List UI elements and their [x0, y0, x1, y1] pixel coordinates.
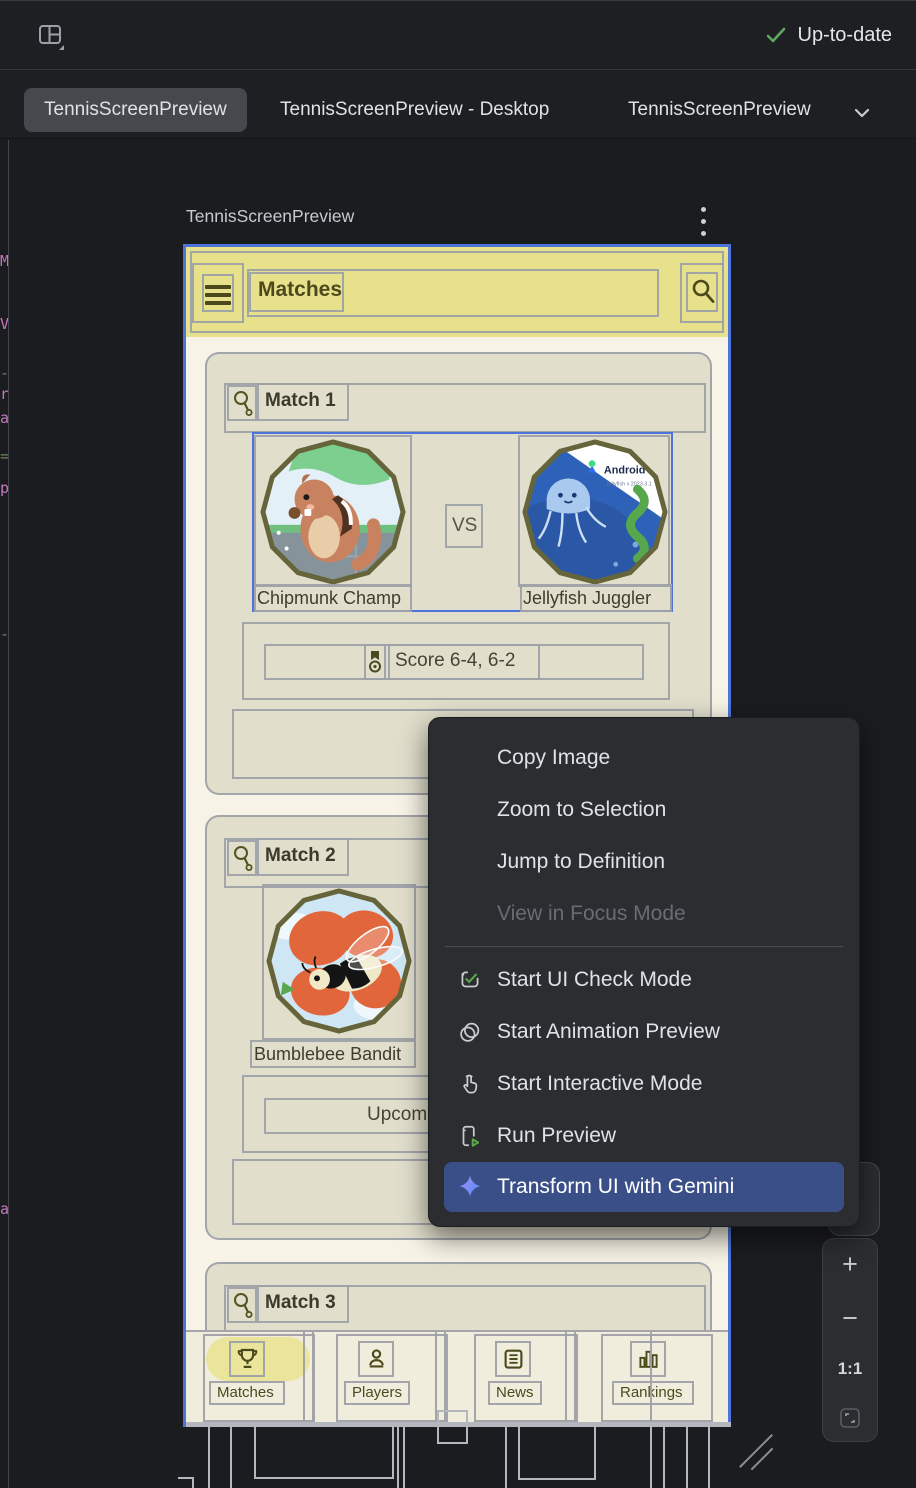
no-icon — [455, 795, 485, 825]
build-status: Up-to-date — [764, 23, 893, 47]
news-icon[interactable] — [500, 1345, 527, 1373]
preview-toolbar: Up-to-date — [0, 0, 916, 70]
menu-item-zoom-to-selection[interactable]: Zoom to Selection — [429, 784, 859, 836]
preview-tab-bar: TennisScreenPreview TennisScreenPreview … — [0, 71, 916, 139]
tennis-racket-icon — [232, 390, 254, 417]
code-fragment: a — [0, 1200, 8, 1218]
match-score: Score 6-4, 6-2 — [395, 650, 515, 672]
match-title: Match 3 — [265, 1292, 336, 1314]
preview-context-menu: Copy Image Zoom to Selection Jump to Def… — [428, 717, 860, 1227]
nav-item-players[interactable]: Players — [352, 1384, 402, 1401]
menu-item-run-preview[interactable]: Run Preview — [429, 1110, 859, 1162]
code-fragment: r — [0, 385, 8, 403]
match-title: Match 1 — [265, 390, 336, 412]
chipmunk-avatar[interactable] — [259, 438, 407, 586]
menu-item-copy-image[interactable]: Copy Image — [429, 732, 859, 784]
zoom-in-button[interactable]: + — [842, 1251, 858, 1277]
code-fragment: a — [0, 409, 8, 427]
animation-preview-icon — [455, 1017, 485, 1047]
code-fragment: p — [0, 479, 8, 497]
code-fragment: - — [0, 364, 8, 382]
ui-check-icon — [455, 965, 485, 995]
rankings-icon[interactable] — [635, 1345, 662, 1373]
nav-item-news[interactable]: News — [496, 1384, 534, 1401]
bumblebee-avatar[interactable] — [265, 887, 413, 1035]
gemini-icon — [455, 1172, 485, 1202]
nav-item-matches[interactable]: Matches — [217, 1384, 274, 1401]
code-fragment: = — [0, 447, 8, 465]
code-fragment: V/ — [0, 315, 8, 333]
player2-name: Jellyfish Juggler — [523, 588, 651, 609]
menu-item-start-interactive-mode[interactable]: Start Interactive Mode — [429, 1058, 859, 1110]
menu-item-jump-to-definition[interactable]: Jump to Definition — [429, 836, 859, 888]
code-fragment: - — [0, 625, 8, 643]
tennis-racket-icon — [232, 845, 254, 872]
trophy-icon[interactable] — [234, 1345, 261, 1373]
zoom-controls: + − 1:1 — [822, 1238, 878, 1442]
medal-icon — [367, 650, 383, 674]
no-icon — [455, 899, 485, 929]
run-preview-icon — [455, 1121, 485, 1151]
no-icon — [455, 847, 485, 877]
tab-tennisscreenpreview[interactable]: TennisScreenPreview — [24, 88, 247, 132]
tab-tennisscreenpreview-3[interactable]: TennisScreenPreview — [628, 88, 830, 132]
app-bar-title: Matches — [258, 278, 342, 302]
check-icon — [764, 23, 788, 47]
search-icon[interactable] — [689, 277, 717, 307]
no-icon — [455, 743, 485, 773]
tennis-racket-icon — [232, 1292, 254, 1319]
code-fragment: M — [0, 252, 8, 270]
zoom-ratio-button[interactable]: 1:1 — [838, 1359, 863, 1379]
preview-options-kebab-icon[interactable] — [694, 200, 712, 236]
editor-layout-icon[interactable] — [34, 20, 68, 54]
vs-label: VS — [452, 515, 477, 537]
match-title: Match 2 — [265, 845, 336, 867]
editor-splitter[interactable] — [8, 140, 9, 1488]
interactive-mode-icon — [455, 1069, 485, 1099]
avatar-badge-version: Jellyfish v 2023.3.1 — [606, 481, 652, 487]
menu-item-start-ui-check-mode[interactable]: Start UI Check Mode — [429, 954, 859, 1006]
android-studio-compose-preview-panel: Up-to-date TennisScreenPreview TennisScr… — [0, 0, 916, 1488]
jellyfish-avatar[interactable]: Android St Jellyfish v 2023.3.1 — [521, 438, 669, 586]
tab-tennisscreenpreview-desktop[interactable]: TennisScreenPreview - Desktop — [280, 88, 549, 132]
zoom-out-button[interactable]: − — [842, 1305, 858, 1331]
player1-name: Bumblebee Bandit — [254, 1044, 401, 1065]
menu-separator — [445, 946, 843, 947]
menu-item-view-in-focus-mode: View in Focus Mode — [429, 888, 859, 940]
menu-hamburger-icon[interactable] — [205, 281, 231, 309]
status-label: Up-to-date — [798, 24, 893, 47]
chevron-down-icon[interactable] — [848, 99, 876, 127]
preview-name-label[interactable]: TennisScreenPreview — [186, 206, 354, 227]
fit-to-screen-icon[interactable] — [839, 1407, 861, 1429]
app-top-bar: Matches — [186, 247, 728, 337]
menu-item-transform-ui-with-gemini[interactable]: Transform UI with Gemini — [444, 1162, 844, 1212]
player1-name: Chipmunk Champ — [257, 588, 401, 609]
person-icon[interactable] — [363, 1345, 390, 1373]
menu-item-start-animation-preview[interactable]: Start Animation Preview — [429, 1006, 859, 1058]
